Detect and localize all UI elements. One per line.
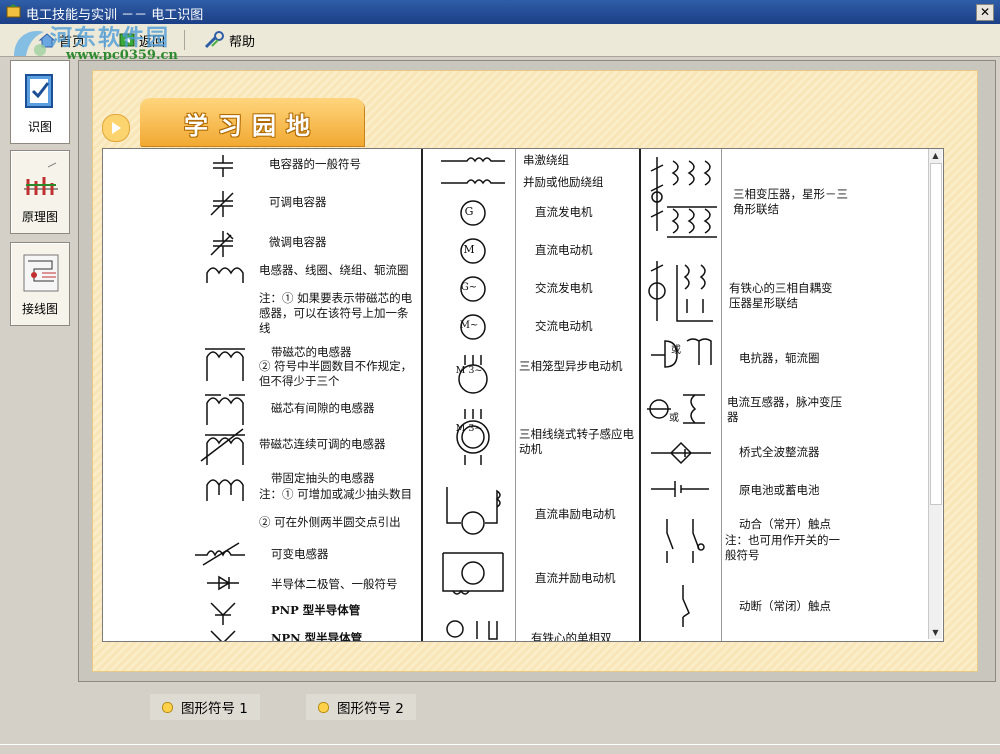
scroll-down-icon[interactable]: ▼ [929, 626, 942, 639]
motor-mark: M [463, 243, 475, 256]
bottom-tab-bar: 图形符号 1 图形符号 2 [78, 684, 994, 740]
symbol-desc: 直流发电机 [535, 205, 593, 219]
symbol-note: ② 可在外侧两半圆交点引出 [259, 515, 401, 529]
scroll-thumb[interactable] [930, 163, 942, 505]
symbol-note: 注：① 如果要表示带磁芯的电感器，可以在该符号上加一条线 [259, 291, 413, 335]
sidebar-item-label: 原理图 [21, 210, 58, 224]
symbol-desc: 直流电动机 [535, 243, 593, 257]
schematic-icon [24, 162, 58, 195]
panel-heading-tab: 学习园地 [140, 98, 364, 146]
symbol-desc: 三相线绕式转子感应电动机 [519, 427, 634, 456]
symbol-desc: 带磁芯连续可调的电感器 [259, 437, 386, 451]
symbol-note: ② 符号中半圆数目不作规定，但不得少于三个 [259, 359, 413, 388]
sidebar-item-label: 识图 [27, 120, 52, 134]
symbol-desc: 原电池或蓄电池 [739, 483, 820, 497]
generator-mark: G [464, 205, 474, 218]
clipboard-check-icon [25, 74, 53, 108]
symbol-desc: 交流发电机 [535, 281, 593, 295]
symbol-desc: 桥式全波整流器 [739, 445, 820, 459]
symbol-desc: 可变电感器 [271, 547, 329, 561]
symbol-desc: 动断（常闭）触点 [739, 599, 831, 613]
ac-generator-mark: G~ [460, 282, 478, 293]
sidebar-item-jiexiantu[interactable]: 接线图 [10, 242, 70, 326]
symbol-desc: PNP 型半导体管 [271, 603, 361, 617]
column-divider [515, 149, 516, 641]
ac-motor-mark: M~ [459, 320, 479, 331]
wiring-diagram-icon [23, 254, 59, 292]
wound-rotor-motor-mark: M 3~ [455, 423, 483, 434]
symbol-desc: NPN 型半导体管 [271, 631, 363, 642]
vertical-scrollbar[interactable]: ▲ ▼ [928, 149, 942, 639]
symbol-desc: 三相笼型异步电动机 [519, 359, 623, 373]
watermark-logo-icon [14, 31, 46, 56]
symbol-desc: 三相变压器，星形－三角形联结 [733, 187, 848, 216]
machine-symbol [441, 157, 505, 640]
symbol-table[interactable]: 电容器的一般符号 可调电容器 微调电容器 电感器、线圈、绕组、轭流圈 注：① 如… [102, 148, 944, 642]
symbol-desc: 电流互感器，脉冲变压器 [727, 395, 842, 424]
column-divider [639, 149, 641, 641]
symbol-desc: 带固定抽头的电感器 [271, 471, 375, 485]
symbol-desc: 直流并励电动机 [535, 571, 616, 585]
symbol-note: 注：也可用作开关的一般符号 [725, 533, 840, 562]
arrow-icon [102, 114, 130, 142]
symbol-desc: 有铁心的三相自耦变压器星形联结 [729, 281, 833, 310]
symbol-desc: 交流电动机 [535, 319, 593, 333]
symbol-desc: 有铁心的单相双 [531, 631, 612, 642]
symbol-desc: 电感器、线圈、绕组、轭流圈 [259, 263, 409, 277]
or-mark: 或 [671, 345, 681, 356]
sidebar: 识图 原理图 接线图 [8, 60, 70, 740]
sidebar-item-yuanlitu[interactable]: 原理图 [10, 150, 70, 234]
symbol-desc: 磁芯有间隙的电感器 [271, 401, 375, 415]
transformer-symbol [647, 157, 717, 627]
symbol-desc: 直流串励电动机 [535, 507, 616, 521]
symbol-desc: 电容器的一般符号 [269, 157, 361, 171]
tab-label: 图形符号 2 [337, 701, 404, 717]
sidebar-item-label: 接线图 [21, 302, 58, 316]
scroll-up-icon[interactable]: ▲ [929, 149, 942, 162]
symbol-desc: 动合（常开）触点 [739, 517, 831, 531]
symbol-desc: 带磁芯的电感器 [271, 345, 352, 359]
symbol-note: 注：① 可增加或减少抽头数目 [259, 487, 413, 501]
symbol-desc: 并励或他励绕组 [523, 175, 604, 189]
or-mark: 或 [669, 413, 679, 424]
bullet-icon [318, 701, 329, 713]
tab-label: 图形符号 1 [181, 701, 248, 717]
tab-symbols-1[interactable]: 图形符号 1 [150, 694, 260, 720]
app-icon [6, 4, 21, 18]
symbol-desc: 半导体二极管、一般符号 [271, 577, 398, 591]
symbol-desc: 可调电容器 [269, 195, 327, 209]
column-divider [721, 149, 722, 641]
capacitor-symbol [195, 155, 245, 641]
panel-heading: 学习园地 [184, 112, 320, 140]
column-divider [421, 149, 423, 641]
tab-symbols-2[interactable]: 图形符号 2 [306, 694, 416, 720]
induction-motor-mark: M 3~ [455, 365, 483, 376]
symbol-desc: 串激绕组 [523, 153, 569, 167]
close-button[interactable]: ✕ [976, 4, 994, 21]
sidebar-item-shitu[interactable]: 识图 [10, 60, 70, 144]
bullet-icon [162, 701, 173, 713]
symbol-desc: 电抗器，轭流圈 [739, 351, 820, 365]
symbol-desc: 微调电容器 [269, 235, 327, 249]
